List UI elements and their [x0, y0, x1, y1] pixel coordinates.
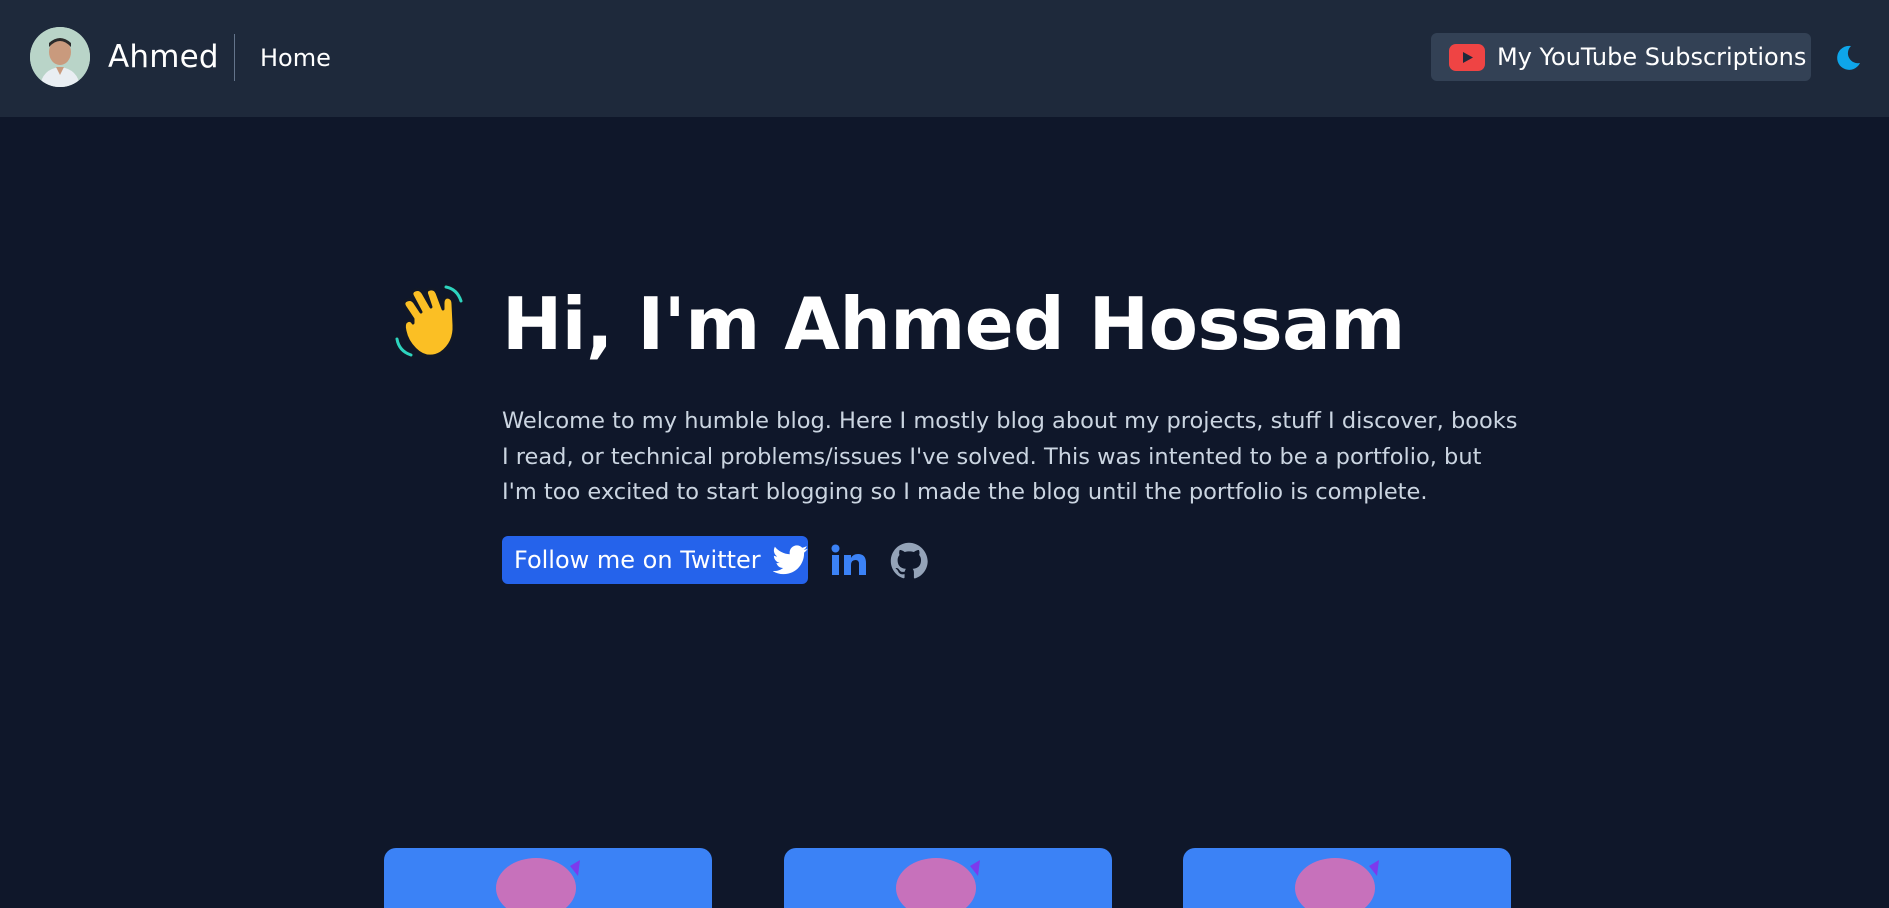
- card-image-icon: [496, 858, 580, 908]
- nav-home-link[interactable]: Home: [260, 42, 331, 74]
- top-navbar: Ahmed Home My YouTube Subscriptions: [0, 0, 1889, 117]
- linkedin-icon[interactable]: [831, 544, 867, 576]
- youtube-button-label: My YouTube Subscriptions: [1497, 43, 1807, 71]
- hero-title: Hi, I'm Ahmed Hossam: [502, 282, 1405, 366]
- youtube-subscriptions-button[interactable]: My YouTube Subscriptions: [1431, 33, 1811, 81]
- avatar[interactable]: [30, 27, 90, 87]
- post-card[interactable]: [384, 848, 712, 908]
- avatar-photo-icon: [30, 27, 90, 87]
- twitter-bird-icon: [772, 545, 808, 575]
- follow-twitter-button[interactable]: Follow me on Twitter: [502, 536, 808, 584]
- moon-icon[interactable]: [1833, 43, 1863, 73]
- post-card[interactable]: [1183, 848, 1511, 908]
- header-divider: [234, 34, 235, 81]
- card-image-icon: [1295, 858, 1379, 908]
- post-card[interactable]: [784, 848, 1112, 908]
- brand-name[interactable]: Ahmed: [108, 36, 219, 78]
- card-image-icon: [896, 858, 980, 908]
- github-icon[interactable]: [890, 542, 928, 580]
- waving-hand-icon: [393, 283, 465, 359]
- twitter-button-label: Follow me on Twitter: [514, 546, 761, 574]
- hero-description: Welcome to my humble blog. Here I mostly…: [502, 408, 1518, 505]
- youtube-icon: [1449, 43, 1485, 71]
